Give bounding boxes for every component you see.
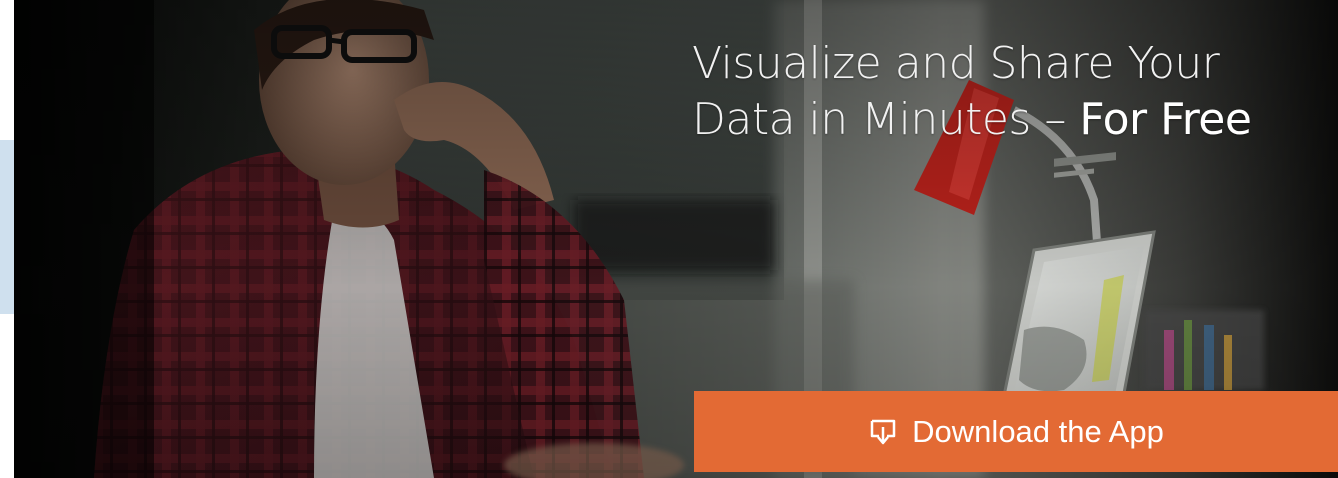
- download-app-label: Download the App: [912, 413, 1164, 449]
- hero-headline: Visualize and Share Your Data in Minutes…: [692, 36, 1332, 148]
- headline-line-1: Visualize and Share Your: [692, 38, 1220, 89]
- headline-emphasis: For Free: [1079, 94, 1252, 145]
- hero-banner: Visualize and Share Your Data in Minutes…: [14, 0, 1338, 478]
- download-icon: [870, 419, 896, 444]
- download-app-button[interactable]: Download the App: [694, 391, 1338, 472]
- headline-line-2-prefix: Data in Minutes –: [692, 94, 1066, 145]
- promo-page: Visualize and Share Your Data in Minutes…: [0, 0, 1338, 478]
- headline-line-2: Data in Minutes – For Free: [692, 92, 1332, 148]
- side-panel-strip: [0, 140, 14, 314]
